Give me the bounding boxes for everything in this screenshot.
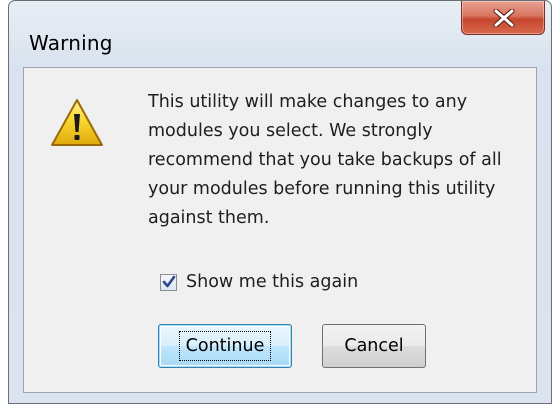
message-line: against them. (148, 208, 270, 228)
message-line: your modules before running this utility (148, 179, 496, 199)
message-line: recommend that you take backups of all (148, 150, 502, 170)
continue-button-label: Continue (178, 331, 272, 361)
show-again-label[interactable]: Show me this again (186, 272, 358, 292)
message-line: modules you select. We strongly (148, 121, 433, 141)
close-button[interactable] (461, 1, 545, 35)
dialog-title: Warning (29, 31, 113, 55)
show-again-option[interactable]: Show me this again (160, 270, 358, 294)
checkmark-icon (162, 275, 176, 287)
title-bar[interactable]: Warning (9, 1, 551, 65)
close-x-icon (493, 9, 515, 27)
cancel-button[interactable]: Cancel (322, 324, 426, 368)
dialog-body: This utility will make changes to any mo… (23, 67, 537, 393)
warning-triangle-icon (51, 99, 103, 146)
show-again-checkbox[interactable] (160, 273, 177, 291)
message-line: This utility will make changes to any (148, 92, 468, 112)
warning-message: This utility will make changes to any mo… (148, 88, 532, 233)
continue-button[interactable]: Continue (158, 324, 292, 368)
warning-dialog: Warning This utility will make changes t… (8, 0, 552, 404)
